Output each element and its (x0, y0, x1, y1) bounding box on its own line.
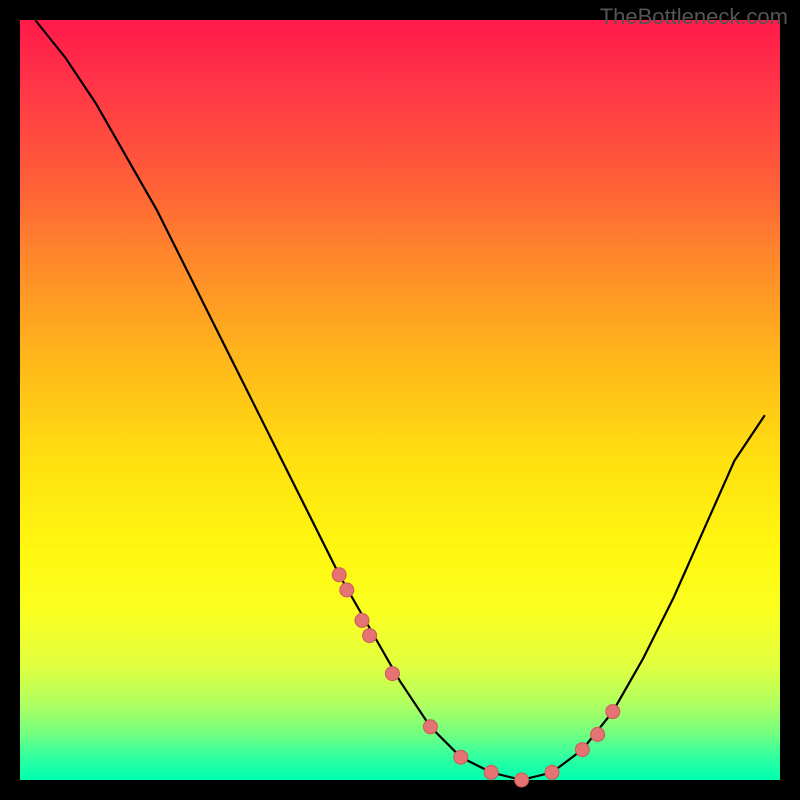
highlight-markers (332, 568, 620, 787)
marker-point (606, 705, 620, 719)
bottleneck-curve (35, 20, 765, 780)
chart-plot-area (20, 20, 780, 780)
marker-point (515, 773, 529, 787)
marker-point (385, 667, 399, 681)
marker-point (340, 583, 354, 597)
marker-point (591, 727, 605, 741)
marker-point (575, 743, 589, 757)
marker-point (332, 568, 346, 582)
marker-point (454, 750, 468, 764)
marker-point (545, 765, 559, 779)
marker-point (355, 613, 369, 627)
watermark-text: TheBottleneck.com (600, 4, 788, 30)
chart-svg (20, 20, 780, 780)
marker-point (423, 720, 437, 734)
marker-point (363, 629, 377, 643)
marker-point (484, 765, 498, 779)
